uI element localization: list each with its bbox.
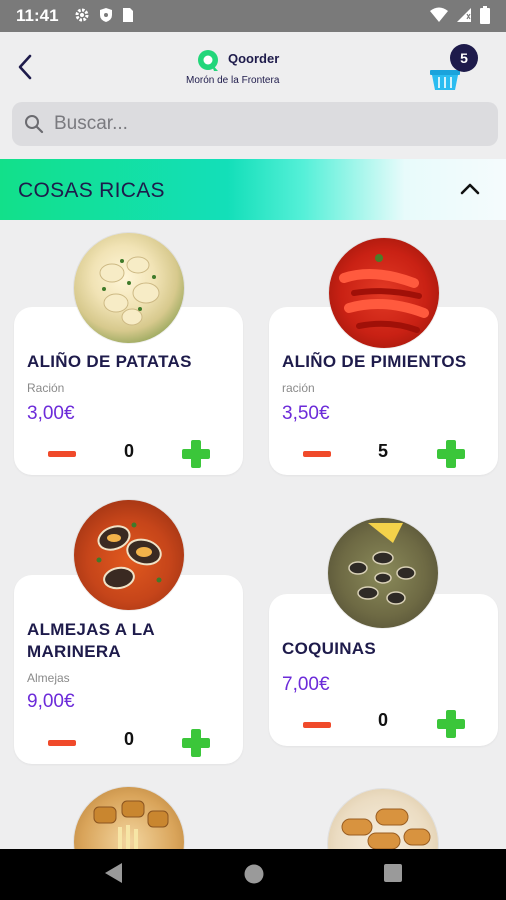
cell-signal-icon [457, 8, 471, 22]
chevron-up-icon[interactable] [458, 177, 482, 201]
battery-icon [480, 6, 490, 24]
back-arrow-icon [18, 54, 32, 80]
wifi-icon [430, 7, 448, 22]
search-icon [25, 115, 44, 134]
cart-count-badge: 5 [450, 44, 478, 72]
product-price: 9,00€ [27, 691, 75, 712]
decrease-quantity-button[interactable] [303, 722, 331, 728]
settings-gear-icon [75, 8, 89, 22]
product-description: Ración [27, 381, 65, 395]
nav-back-icon[interactable] [102, 861, 124, 885]
back-button[interactable] [10, 50, 40, 84]
restaurant-city: Morón de la Frontera [186, 75, 280, 86]
qoorder-logo-icon [198, 50, 218, 71]
product-name: COQUINAS [282, 639, 377, 658]
cart-button[interactable]: 5 [428, 42, 484, 92]
product-quantity: 0 [123, 729, 134, 749]
product-description: ración [282, 381, 315, 395]
decrease-quantity-button[interactable] [48, 451, 76, 457]
product-description: Almejas [27, 671, 70, 685]
product-photo [74, 233, 184, 343]
product-price: 3,50€ [282, 403, 330, 424]
product-name: ALIÑO DE PIMIENTOS [282, 352, 467, 371]
search-bar[interactable] [12, 102, 498, 146]
increase-quantity-button[interactable] [437, 440, 465, 468]
product-name: ALIÑO DE PATATAS [27, 352, 192, 371]
nav-home-icon[interactable] [243, 863, 265, 885]
status-bar: 11:41 [0, 0, 506, 32]
product-quantity: 0 [123, 441, 134, 461]
brand-logo: Qoorder Morón de la Frontera [186, 46, 306, 90]
product-photo [328, 518, 438, 628]
product-photo [329, 238, 439, 348]
product-price: 7,00€ [282, 674, 330, 695]
product-quantity: 5 [377, 441, 388, 461]
app-header: Qoorder Morón de la Frontera 5 [0, 32, 506, 102]
increase-quantity-button[interactable] [437, 710, 465, 738]
sim-card-icon [123, 8, 133, 22]
decrease-quantity-button[interactable] [303, 451, 331, 457]
product-quantity: 0 [377, 710, 388, 730]
product-price: 3,00€ [27, 403, 75, 424]
shield-icon [100, 8, 112, 22]
search-input[interactable] [54, 102, 474, 146]
category-title: COSAS RICAS [18, 179, 165, 202]
decrease-quantity-button[interactable] [48, 740, 76, 746]
system-navigation-bar [0, 849, 506, 900]
product-name: ALMEJAS A LA MARINERA [27, 620, 155, 661]
increase-quantity-button[interactable] [182, 440, 210, 468]
product-photo [74, 500, 184, 610]
nav-recents-icon[interactable] [383, 863, 403, 883]
category-header[interactable]: COSAS RICAS [0, 159, 506, 220]
status-time: 11:41 [16, 6, 59, 25]
brand-name: Qoorder [228, 51, 280, 66]
increase-quantity-button[interactable] [182, 729, 210, 757]
